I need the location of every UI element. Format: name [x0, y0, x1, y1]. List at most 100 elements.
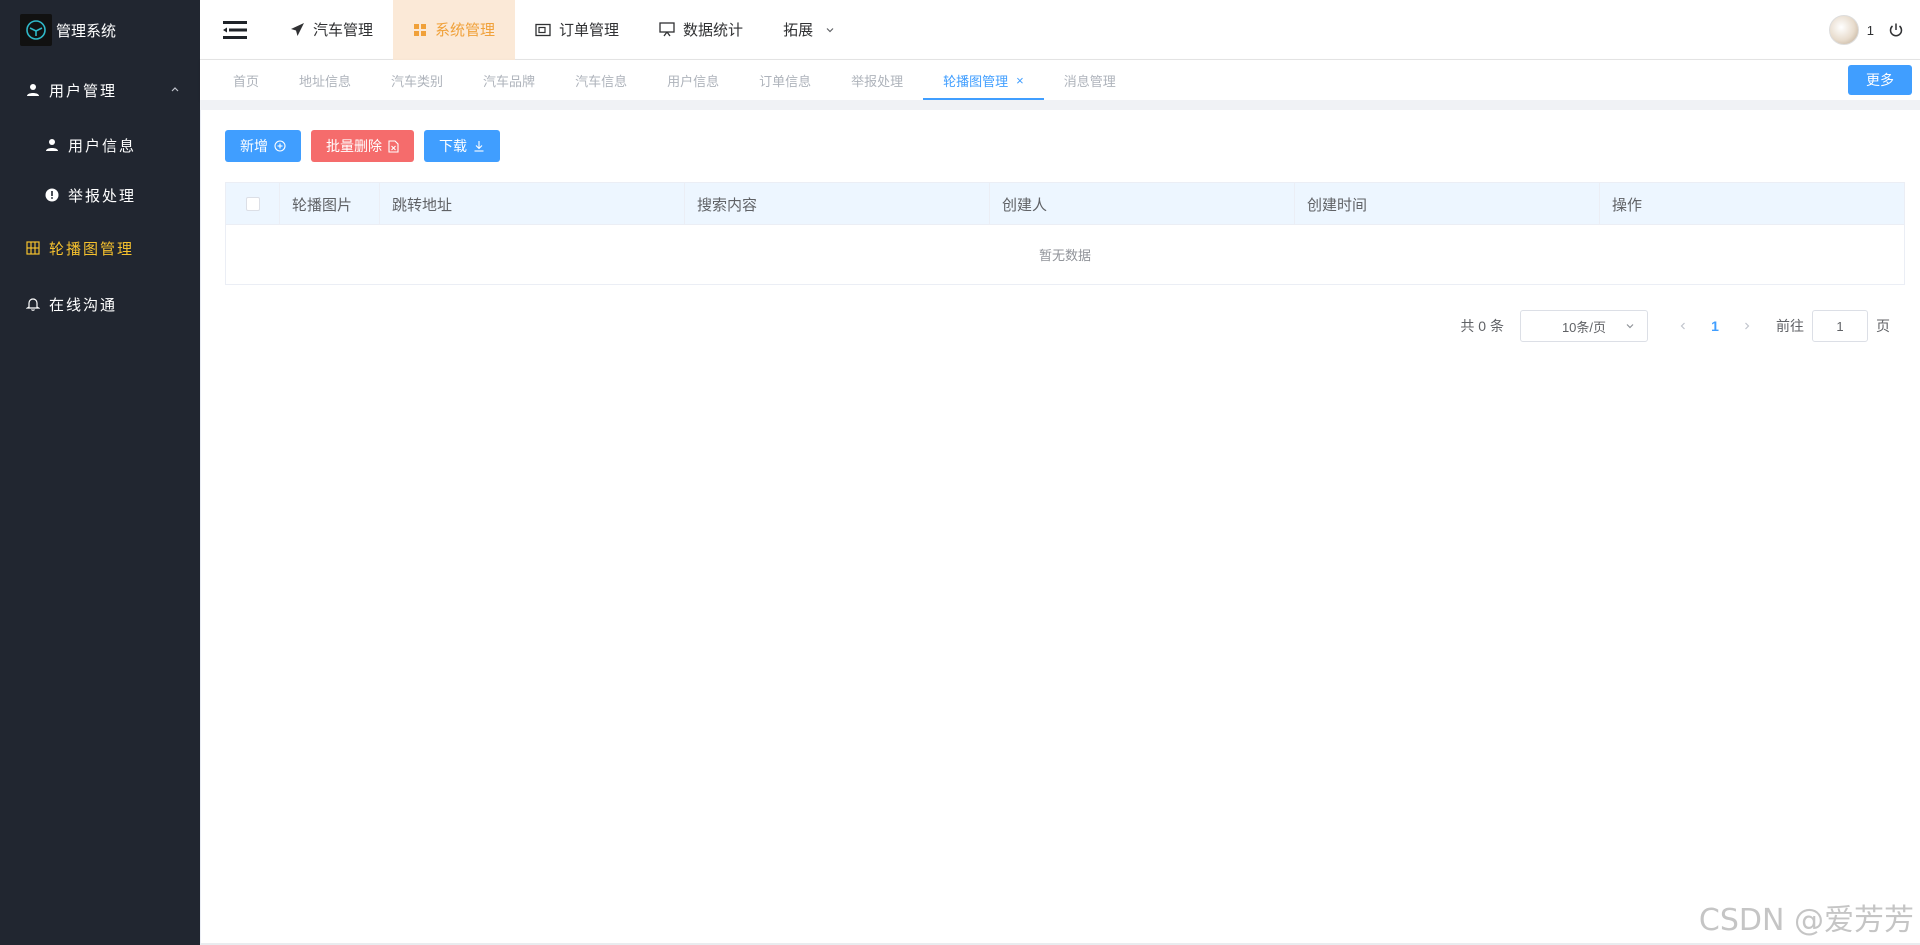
- top-nav: 汽车管理 系统管理 订单管理 数据统计 拓展: [270, 0, 855, 60]
- page-size-value: 10条/页: [1561, 319, 1607, 335]
- topnav-label: 拓展: [783, 22, 814, 39]
- column-header[interactable]: 创建时间: [1295, 183, 1600, 225]
- tab-label: 举报处理: [851, 73, 904, 89]
- topnav-label: 系统管理: [435, 22, 496, 39]
- apps-grid-icon: [413, 23, 427, 37]
- download-button-label: 下载: [439, 138, 467, 154]
- page-number[interactable]: 1: [1698, 318, 1732, 334]
- user-name[interactable]: 1: [1867, 23, 1874, 38]
- page-suffix: 页: [1876, 318, 1890, 334]
- column-header[interactable]: 轮播图片: [280, 183, 380, 225]
- sidebar-item-label: 轮播图管理: [49, 240, 135, 258]
- main-content: 新增 批量删除 下载 轮播图片 跳转地址 搜索内容 创建人 创建时间 操作 暂无…: [200, 110, 1920, 945]
- sidebar-item-label: 在线沟通: [49, 296, 118, 314]
- sidebar: 管理系统 用户管理 用户信息 举报处理 轮播图管理 在线沟通: [0, 0, 200, 945]
- data-table: 轮播图片 跳转地址 搜索内容 创建人 创建时间 操作 暂无数据: [225, 182, 1905, 285]
- tab-item[interactable]: 地址信息: [279, 60, 371, 100]
- tab-item[interactable]: 汽车类别: [371, 60, 463, 100]
- tab-label: 汽车类别: [391, 73, 444, 89]
- app-title: 管理系统: [56, 22, 117, 40]
- tab-item[interactable]: 首页: [213, 60, 279, 100]
- paper-plane-icon: [290, 22, 305, 37]
- select-all-cell: [226, 183, 280, 225]
- download-icon: [473, 140, 485, 152]
- document-delete-icon: [388, 139, 399, 153]
- tab-label: 消息管理: [1063, 73, 1116, 89]
- goto-label: 前往: [1776, 318, 1804, 334]
- tab-label: 用户信息: [667, 73, 720, 89]
- batch-delete-button[interactable]: 批量删除: [311, 130, 414, 162]
- brand: 管理系统: [0, 0, 200, 60]
- presentation-icon: [659, 22, 675, 37]
- topnav-car-management[interactable]: 汽车管理: [270, 0, 393, 60]
- user-icon: [44, 137, 60, 153]
- column-header[interactable]: 搜索内容: [685, 183, 990, 225]
- user-icon: [25, 82, 41, 98]
- close-icon[interactable]: ×: [1016, 73, 1024, 88]
- tab-label: 首页: [233, 73, 260, 89]
- chevron-right-icon: [1745, 322, 1750, 330]
- logo: [20, 14, 52, 46]
- select-all-checkbox[interactable]: [245, 197, 260, 211]
- tab-label: 地址信息: [299, 73, 352, 89]
- tabs-bar: 首页 地址信息 汽车类别 汽车品牌 汽车信息 用户信息 订单信息 举报处理 轮播图管理 × 消息管理…: [200, 60, 1920, 100]
- topnav-label: 数据统计: [683, 22, 744, 39]
- toolbar: 新增 批量删除 下载: [225, 130, 500, 162]
- tab-item[interactable]: 消息管理: [1044, 60, 1136, 100]
- tab-label: 订单信息: [759, 73, 812, 89]
- grid-icon: [25, 240, 41, 256]
- tab-item[interactable]: 汽车信息: [555, 60, 647, 100]
- avatar[interactable]: [1828, 15, 1859, 45]
- chevron-up-icon: [170, 82, 180, 99]
- chevron-down-icon: [1625, 321, 1635, 331]
- topnav-order-management[interactable]: 订单管理: [515, 0, 639, 60]
- sidebar-item-label: 举报处理: [68, 187, 137, 205]
- tabs: 首页 地址信息 汽车类别 汽车品牌 汽车信息 用户信息 订单信息 举报处理 轮播图管理 × 消息管理: [200, 60, 1136, 100]
- chevron-down-icon: [825, 25, 835, 35]
- column-header[interactable]: 创建人: [990, 183, 1295, 225]
- pagination: 共 0 条 10条/页 1 前往 页: [1460, 310, 1890, 342]
- sidebar-item-carousel-management[interactable]: 轮播图管理: [0, 220, 200, 276]
- topnav-system-management[interactable]: 系统管理: [393, 0, 516, 60]
- tab-item[interactable]: 举报处理: [831, 60, 923, 100]
- warning-icon: [44, 187, 60, 203]
- plus-circle-icon: [274, 140, 286, 152]
- goto-page-input[interactable]: [1812, 310, 1868, 342]
- user-area: 1: [1828, 0, 1904, 60]
- watermark: CSDN @爱芳芳: [1698, 903, 1914, 938]
- tab-item[interactable]: 汽车品牌: [463, 60, 555, 100]
- topnav-label: 订单管理: [559, 22, 620, 39]
- sidebar-item-report-handling[interactable]: 举报处理: [0, 170, 200, 220]
- add-button-label: 新增: [240, 138, 268, 154]
- chevron-left-icon: [1680, 322, 1685, 330]
- table-header: 轮播图片 跳转地址 搜索内容 创建人 创建时间 操作: [226, 183, 1904, 225]
- tab-item[interactable]: 用户信息: [647, 60, 739, 100]
- tab-item[interactable]: 订单信息: [739, 60, 831, 100]
- sidebar-item-label: 用户信息: [68, 137, 137, 155]
- power-icon[interactable]: [1888, 22, 1904, 38]
- sidebar-item-user-management[interactable]: 用户管理: [0, 60, 200, 120]
- batch-delete-button-label: 批量删除: [326, 138, 382, 154]
- next-page-button[interactable]: [1732, 321, 1762, 331]
- menu-toggle-button[interactable]: [200, 0, 270, 60]
- download-button[interactable]: 下载: [424, 130, 500, 162]
- tab-label: 汽车信息: [575, 73, 628, 89]
- sidebar-item-label: 用户管理: [49, 82, 118, 100]
- topnav-data-statistics[interactable]: 数据统计: [639, 0, 763, 60]
- topnav-extension[interactable]: 拓展: [763, 0, 855, 60]
- pagination-total: 共 0 条: [1460, 318, 1504, 334]
- top-bar: 汽车管理 系统管理 订单管理 数据统计 拓展 1: [200, 0, 1920, 60]
- page-size-select[interactable]: 10条/页: [1520, 310, 1648, 342]
- ticket-icon: [535, 23, 551, 37]
- tab-label: 轮播图管理: [943, 73, 1009, 89]
- column-header[interactable]: 操作: [1600, 183, 1904, 225]
- empty-state-text: 暂无数据: [1038, 248, 1091, 263]
- column-header[interactable]: 跳转地址: [380, 183, 685, 225]
- content-gap: [200, 100, 1920, 110]
- sidebar-item-user-info[interactable]: 用户信息: [0, 120, 200, 170]
- add-button[interactable]: 新增: [225, 130, 301, 162]
- more-button[interactable]: 更多: [1848, 65, 1912, 95]
- sidebar-item-online-chat[interactable]: 在线沟通: [0, 276, 200, 332]
- tab-item[interactable]: 轮播图管理 ×: [923, 60, 1044, 100]
- prev-page-button[interactable]: [1668, 321, 1698, 331]
